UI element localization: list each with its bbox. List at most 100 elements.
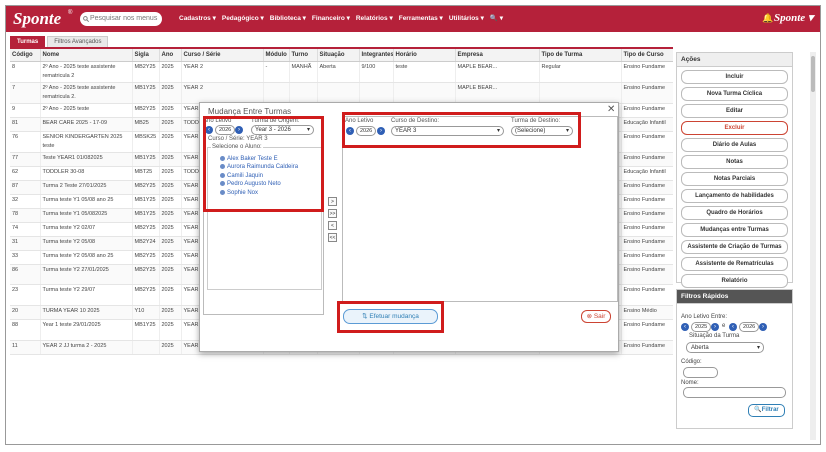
- table-cell: 2025: [159, 340, 182, 355]
- column-header[interactable]: Código: [10, 49, 41, 62]
- table-header-row: Código Nome Sigla Ano Curso / Série Módulo Tur…: [10, 49, 673, 62]
- table-cell: 9: [10, 103, 41, 118]
- table-cell: Aberta: [317, 61, 360, 83]
- tab-turmas[interactable]: Turmas: [10, 36, 46, 47]
- prev-year-to-icon[interactable]: ‹: [729, 323, 737, 331]
- filtrar-button[interactable]: 🔍Filtrar: [748, 404, 785, 417]
- action-button-editar[interactable]: Editar: [681, 104, 788, 118]
- table-cell: MB1Y25: [132, 152, 160, 167]
- table-cell: MB2Y24: [132, 236, 160, 251]
- move-one-right-button[interactable]: >: [328, 197, 337, 206]
- table-cell: MB2Y25: [132, 284, 160, 306]
- nome-input[interactable]: [683, 387, 786, 398]
- table-cell: 2025: [159, 284, 182, 306]
- action-button-assistente-de-rematriculas[interactable]: Assistente de Rematrículas: [681, 257, 788, 271]
- table-row[interactable]: 7 2º Ano - 2025 teste assistente rematric…: [10, 82, 673, 104]
- close-icon[interactable]: ✕: [607, 104, 615, 115]
- action-button-nova-turma-ciclica[interactable]: Nova Turma Cíclica: [681, 87, 788, 101]
- menu-financeiro[interactable]: Financeiro ▾: [312, 14, 350, 22]
- table-cell: [359, 82, 394, 104]
- column-header[interactable]: Tipo de Curso: [621, 49, 673, 62]
- table-cell: TURMA YEAR 10 2025: [40, 305, 133, 320]
- column-header[interactable]: Curso / Série: [181, 49, 264, 62]
- situacao-select[interactable]: Aberta ▾: [686, 342, 764, 353]
- action-button-lancamento-de-habilidades[interactable]: Lançamento de habilidades: [681, 189, 788, 203]
- table-cell: YEAR 2: [181, 61, 264, 83]
- bell-icon[interactable]: 🔔: [762, 13, 773, 24]
- year-to-field[interactable]: 2026: [739, 322, 760, 332]
- column-header[interactable]: Sigla: [132, 49, 160, 62]
- action-button-notas-parciais[interactable]: Notas Parciais: [681, 172, 788, 186]
- chevron-down-icon: ▾: [756, 345, 760, 351]
- action-button-relatorio[interactable]: Relatório: [681, 274, 788, 288]
- move-all-left-button[interactable]: <<: [328, 233, 337, 242]
- table-row[interactable]: 8 2º Ano - 2025 teste assistente rematric…: [10, 61, 673, 83]
- action-button-mudancas-entre-turmas[interactable]: Mudanças entre Turmas: [681, 223, 788, 237]
- tab-filtros-avancados[interactable]: Filtros Avançados: [47, 36, 109, 47]
- highlight-efetuar: [337, 301, 444, 333]
- table-cell: MB25: [132, 117, 160, 132]
- column-header[interactable]: Situação: [317, 49, 360, 62]
- menu-cadastros[interactable]: Cadastros ▾: [179, 14, 216, 22]
- codigo-input[interactable]: [683, 367, 718, 378]
- tab-bar: Turmas Filtros Avançados: [10, 36, 109, 47]
- sair-button[interactable]: ⊗ Sair: [581, 310, 611, 323]
- table-cell: 2025: [159, 194, 182, 209]
- menu-pedagogico[interactable]: Pedagógico ▾: [222, 14, 264, 22]
- sponte-logo[interactable]: Sponte: [13, 9, 61, 29]
- next-year-icon[interactable]: ›: [711, 323, 719, 331]
- table-cell: 7: [10, 82, 41, 104]
- move-one-left-button[interactable]: <: [328, 221, 337, 230]
- year-from-field[interactable]: 2025: [691, 322, 712, 332]
- table-cell: Turma 2 Teste 27/01/2025: [40, 180, 133, 195]
- column-header[interactable]: Ano: [159, 49, 182, 62]
- menu-biblioteca[interactable]: Biblioteca ▾: [270, 14, 306, 22]
- menu-relatorios[interactable]: Relatórios ▾: [356, 14, 393, 22]
- table-cell: MAPLE BEAR...: [455, 82, 540, 104]
- menu-search-input[interactable]: Pesquisar nos menus: [80, 12, 162, 26]
- table-cell: 74: [10, 222, 41, 237]
- table-cell: 2025: [159, 117, 182, 132]
- action-button-assistente-de-criacao-de-turmas[interactable]: Assistente de Criação de Turmas: [681, 240, 788, 254]
- logo-trademark: ®: [68, 10, 73, 16]
- action-button-quadro-de-horarios[interactable]: Quadro de Horários: [681, 206, 788, 220]
- action-button-notas[interactable]: Notas: [681, 155, 788, 169]
- prev-year-icon[interactable]: ‹: [681, 323, 689, 331]
- table-cell: Y10: [132, 305, 160, 320]
- move-all-right-button[interactable]: >>: [328, 209, 337, 218]
- table-cell: MB1Y25: [132, 319, 160, 341]
- menu-search[interactable]: 🔍 ▾: [490, 14, 503, 22]
- page-scrollbar[interactable]: [810, 52, 816, 440]
- column-header[interactable]: Tipo de Turma: [539, 49, 622, 62]
- column-header[interactable]: Turno: [289, 49, 318, 62]
- table-cell: Ensino Fundame: [621, 319, 673, 341]
- table-cell: Turma teste Y2 29/07: [40, 284, 133, 306]
- user-menu[interactable]: Sponte ▾: [774, 11, 813, 24]
- table-cell: Ensino Fundame: [621, 82, 673, 104]
- table-cell: MB2Y25: [132, 222, 160, 237]
- table-cell: 86: [10, 264, 41, 285]
- table-cell: 9/100: [359, 61, 394, 83]
- table-cell: 2º Ano - 2025 teste: [40, 103, 133, 118]
- table-cell: MB2Y25: [132, 103, 160, 118]
- column-header[interactable]: Empresa: [455, 49, 540, 62]
- table-cell: Ensino Fundame: [621, 131, 673, 153]
- action-button-excluir[interactable]: Excluir: [681, 121, 788, 135]
- table-cell: Ensino Fundame: [621, 103, 673, 118]
- action-button-incluir[interactable]: Incluir: [681, 70, 788, 84]
- column-header[interactable]: Integrantes: [359, 49, 394, 62]
- menu-utilitarios[interactable]: Utilitários ▾: [449, 14, 484, 22]
- table-cell: [393, 82, 456, 104]
- column-header[interactable]: Módulo: [263, 49, 290, 62]
- table-cell: 2025: [159, 82, 182, 104]
- next-year-to-icon[interactable]: ›: [759, 323, 767, 331]
- table-cell: 31: [10, 236, 41, 251]
- scrollbar-thumb[interactable]: [811, 56, 815, 92]
- table-cell: 78: [10, 208, 41, 223]
- menu-ferramentas[interactable]: Ferramentas ▾: [399, 14, 443, 22]
- column-header[interactable]: Nome: [40, 49, 133, 62]
- table-cell: [539, 82, 622, 104]
- filtrar-label: Filtrar: [761, 407, 779, 413]
- column-header[interactable]: Horário: [393, 49, 456, 62]
- action-button-diario-de-aulas[interactable]: Diário de Aulas: [681, 138, 788, 152]
